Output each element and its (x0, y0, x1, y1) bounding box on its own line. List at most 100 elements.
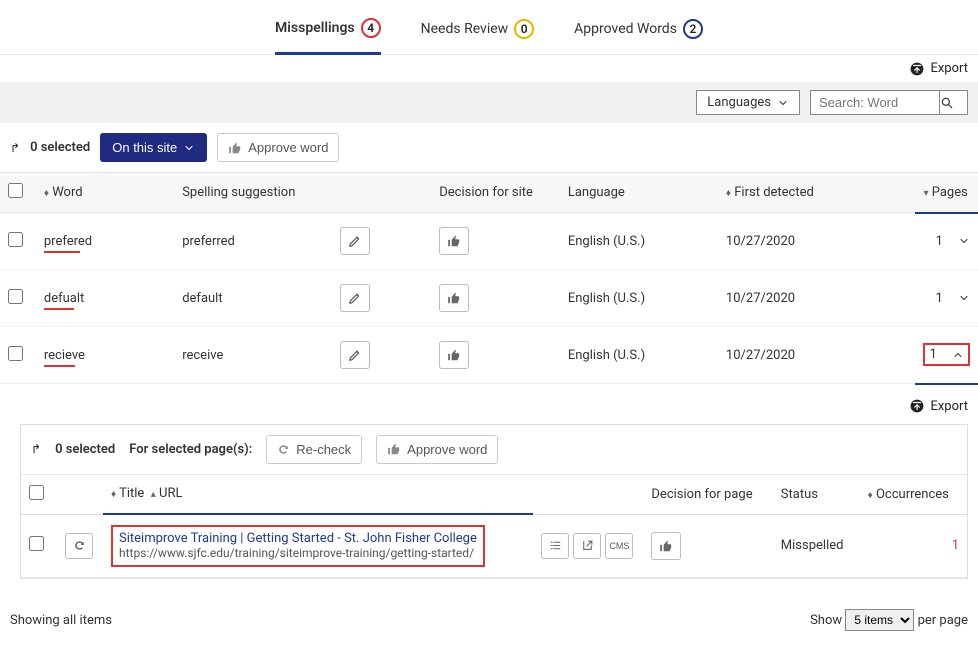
suggestion-cell: receive (174, 327, 332, 384)
pages-toggle[interactable]: 1 (935, 234, 970, 249)
tab-count-badge: 0 (514, 19, 534, 39)
filter-bar: Languages (0, 82, 978, 123)
edit-suggestion-button[interactable] (340, 227, 370, 255)
col-occurrences[interactable]: ♦ Occurrences (860, 474, 967, 514)
button-label: On this site (112, 140, 177, 155)
sort-icon: ♦ (726, 188, 731, 199)
page-recheck-button[interactable] (65, 533, 93, 559)
on-this-site-button[interactable]: On this site (100, 133, 207, 162)
chevron-down-icon (777, 97, 789, 109)
edit-suggestion-button[interactable] (340, 284, 370, 312)
col-suggestion: Spelling suggestion (174, 173, 332, 213)
page-link-highlight: Siteimprove Training | Getting Started -… (111, 525, 485, 567)
table-row: defualt default English (U.S.) 10/27/202… (0, 270, 978, 327)
language-cell: English (U.S.) (560, 213, 718, 270)
sub-select-all-checkbox[interactable] (29, 485, 44, 500)
button-label: Approve word (248, 140, 328, 155)
selected-count: 0 selected (30, 140, 90, 155)
approve-row-button[interactable] (439, 284, 469, 312)
page-row: Siteimprove Training | Getting Started -… (21, 514, 967, 578)
list-view-button[interactable] (541, 533, 569, 559)
tab-label: Misspellings (275, 20, 355, 36)
per-page-suffix: per page (918, 613, 968, 628)
search-button[interactable] (940, 90, 968, 115)
tab-approved-words[interactable]: Approved Words 2 (574, 19, 703, 53)
thumbs-up-icon (387, 442, 401, 456)
sub-approve-word-button[interactable]: Approve word (376, 435, 498, 464)
chevron-down-icon (958, 235, 970, 247)
sort-icon: ♦ (44, 188, 49, 199)
tab-needs-review[interactable]: Needs Review 0 (421, 19, 535, 53)
pages-toggle[interactable]: 1 (935, 291, 970, 306)
open-external-button[interactable] (573, 533, 601, 559)
col-language: Language (560, 173, 718, 213)
table-row: recieve receive English (U.S.) 10/27/202… (0, 327, 978, 384)
row-checkbox[interactable] (8, 346, 23, 361)
page-title-link[interactable]: Siteimprove Training | Getting Started -… (119, 531, 477, 546)
export-button[interactable]: Export (910, 61, 968, 76)
sub-export-button[interactable]: Export (910, 399, 968, 414)
misspelled-word: prefered (44, 234, 92, 249)
per-page-select[interactable]: 5 items (845, 609, 914, 631)
language-cell: English (U.S.) (560, 270, 718, 327)
sub-action-row: ↱ 0 selected For selected page(s): Re-ch… (21, 425, 967, 474)
col-status: Status (773, 474, 860, 514)
sort-icon: ♦ (111, 489, 116, 500)
corner-arrow-icon: ↱ (10, 141, 20, 155)
thumbs-up-icon (228, 141, 242, 155)
export-label: Export (930, 399, 968, 414)
edit-suggestion-button[interactable] (340, 341, 370, 369)
for-selected-label: For selected page(s): (129, 442, 252, 457)
pages-toggle[interactable]: 1 (923, 343, 970, 366)
pages-card: ↱ 0 selected For selected page(s): Re-ch… (20, 424, 968, 580)
button-label: Re-check (296, 442, 351, 457)
refresh-icon (277, 443, 290, 456)
page-approve-button[interactable] (651, 532, 681, 560)
pages-table: ♦ Title ▴ URL Decision for page Status ♦… (21, 474, 967, 579)
per-page-control: Show 5 items per page (810, 609, 968, 631)
chevron-up-icon (952, 349, 964, 361)
sub-selected-count: 0 selected (55, 442, 115, 457)
misspelled-word: defualt (44, 291, 84, 306)
tabs-bar: Misspellings 4 Needs Review 0 Approved W… (0, 0, 978, 55)
tab-count-badge: 4 (361, 18, 381, 38)
tab-misspellings[interactable]: Misspellings 4 (275, 18, 381, 55)
date-cell: 10/27/2020 (718, 213, 916, 270)
share-icon (910, 62, 924, 76)
approve-row-button[interactable] (439, 341, 469, 369)
search-input[interactable] (810, 90, 940, 115)
col-word[interactable]: ♦ Word (36, 173, 174, 213)
share-icon (910, 399, 924, 413)
chevron-down-icon (958, 292, 970, 304)
misspelled-word: recieve (44, 348, 85, 363)
language-dropdown[interactable]: Languages (696, 90, 800, 115)
sort-asc-icon: ▴ (151, 489, 156, 500)
row-checkbox[interactable] (8, 289, 23, 304)
tab-label: Approved Words (574, 21, 677, 37)
show-label: Show (810, 613, 842, 628)
select-all-checkbox[interactable] (8, 183, 23, 198)
corner-arrow-icon: ↱ (31, 442, 41, 456)
export-row: Export (0, 55, 978, 82)
recheck-button[interactable]: Re-check (266, 435, 362, 464)
tab-count-badge: 2 (683, 19, 703, 39)
approve-word-button[interactable]: Approve word (217, 133, 339, 162)
tab-label: Needs Review (421, 21, 509, 37)
chevron-down-icon (183, 142, 195, 154)
expanded-pages-panel: Export ↱ 0 selected For selected page(s)… (0, 385, 978, 594)
col-first-detected[interactable]: ♦ First detected (718, 173, 916, 213)
page-url: https://www.sjfc.edu/training/siteimprov… (119, 546, 474, 560)
approve-row-button[interactable] (439, 227, 469, 255)
cms-button[interactable]: CMS (605, 533, 633, 559)
search-wrap (810, 90, 968, 115)
col-title-url[interactable]: ♦ Title ▴ URL (103, 474, 533, 514)
row-checkbox[interactable] (8, 232, 23, 247)
page-row-checkbox[interactable] (29, 536, 44, 551)
suggestion-cell: default (174, 270, 332, 327)
date-cell: 10/27/2020 (718, 270, 916, 327)
col-decision: Decision for site (431, 173, 560, 213)
col-pages[interactable]: ▾ Pages (915, 173, 978, 213)
misspellings-table: ♦ Word Spelling suggestion Decision for … (0, 172, 978, 385)
action-row: ↱ 0 selected On this site Approve word (0, 123, 978, 172)
button-label: Approve word (407, 442, 487, 457)
